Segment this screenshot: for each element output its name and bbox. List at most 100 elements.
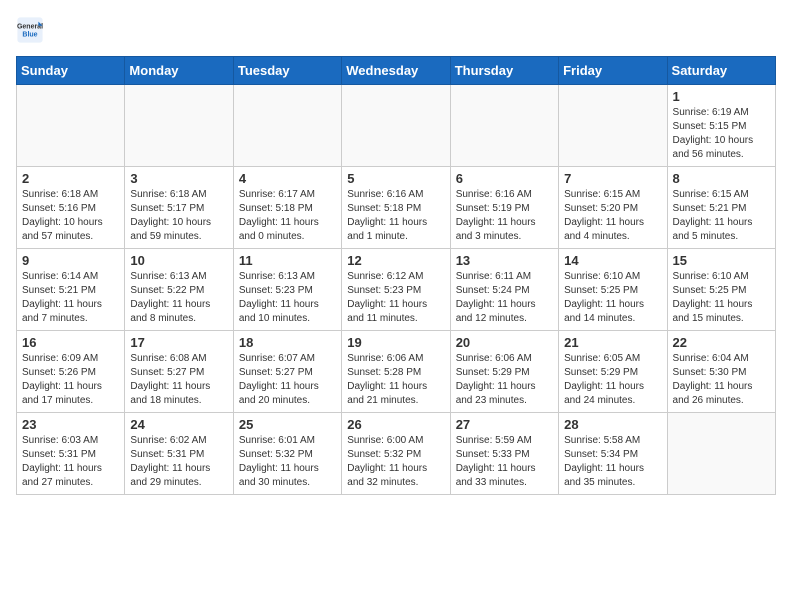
day-number: 9 (22, 253, 119, 268)
calendar-cell: 19 Sunrise: 6:06 AM Sunset: 5:28 PM Dayli… (342, 331, 450, 413)
calendar-cell (450, 85, 558, 167)
day-info: Sunrise: 6:17 AM Sunset: 5:18 PM Dayligh… (239, 188, 336, 244)
day-info: Sunrise: 6:09 AM Sunset: 5:26 PM Dayligh… (22, 352, 119, 408)
calendar-cell: 10 Sunrise: 6:13 AM Sunset: 5:22 PM Dayli… (125, 249, 233, 331)
calendar-cell: 26 Sunrise: 6:00 AM Sunset: 5:32 PM Dayli… (342, 413, 450, 495)
day-info: Sunrise: 6:15 AM Sunset: 5:21 PM Dayligh… (673, 188, 770, 244)
col-header-monday: Monday (125, 57, 233, 85)
day-info: Sunrise: 6:05 AM Sunset: 5:29 PM Dayligh… (564, 352, 661, 408)
col-header-saturday: Saturday (667, 57, 775, 85)
calendar-week-row: 1 Sunrise: 6:19 AM Sunset: 5:15 PM Daylig… (17, 85, 776, 167)
day-info: Sunrise: 6:00 AM Sunset: 5:32 PM Dayligh… (347, 434, 444, 490)
calendar-cell: 21 Sunrise: 6:05 AM Sunset: 5:29 PM Dayli… (559, 331, 667, 413)
calendar-cell (125, 85, 233, 167)
day-info: Sunrise: 6:14 AM Sunset: 5:21 PM Dayligh… (22, 270, 119, 326)
col-header-friday: Friday (559, 57, 667, 85)
calendar-cell (233, 85, 341, 167)
calendar-week-row: 16 Sunrise: 6:09 AM Sunset: 5:26 PM Dayli… (17, 331, 776, 413)
day-number: 5 (347, 171, 444, 186)
day-number: 26 (347, 417, 444, 432)
calendar-cell (667, 413, 775, 495)
day-info: Sunrise: 6:19 AM Sunset: 5:15 PM Dayligh… (673, 106, 770, 162)
day-info: Sunrise: 6:13 AM Sunset: 5:22 PM Dayligh… (130, 270, 227, 326)
calendar-cell: 11Sunrise: 6:13 AM Sunset: 5:23 PM Dayli… (233, 249, 341, 331)
calendar-cell (559, 85, 667, 167)
day-number: 28 (564, 417, 661, 432)
day-info: Sunrise: 6:07 AM Sunset: 5:27 PM Dayligh… (239, 352, 336, 408)
day-info: Sunrise: 6:10 AM Sunset: 5:25 PM Dayligh… (564, 270, 661, 326)
logo: General Blue (16, 16, 44, 44)
day-info: Sunrise: 6:08 AM Sunset: 5:27 PM Dayligh… (130, 352, 227, 408)
calendar-cell: 24 Sunrise: 6:02 AM Sunset: 5:31 PM Dayli… (125, 413, 233, 495)
day-number: 16 (22, 335, 119, 350)
day-info: Sunrise: 6:12 AM Sunset: 5:23 PM Dayligh… (347, 270, 444, 326)
calendar-cell (342, 85, 450, 167)
col-header-sunday: Sunday (17, 57, 125, 85)
day-number: 15 (673, 253, 770, 268)
calendar-cell: 25Sunrise: 6:01 AM Sunset: 5:32 PM Dayli… (233, 413, 341, 495)
day-number: 3 (130, 171, 227, 186)
day-number: 13 (456, 253, 553, 268)
calendar-cell: 8 Sunrise: 6:15 AM Sunset: 5:21 PM Daylig… (667, 167, 775, 249)
day-info: Sunrise: 6:03 AM Sunset: 5:31 PM Dayligh… (22, 434, 119, 490)
day-number: 4 (239, 171, 336, 186)
col-header-wednesday: Wednesday (342, 57, 450, 85)
day-number: 17 (130, 335, 227, 350)
calendar-week-row: 9 Sunrise: 6:14 AM Sunset: 5:21 PM Daylig… (17, 249, 776, 331)
calendar-cell: 22 Sunrise: 6:04 AM Sunset: 5:30 PM Dayli… (667, 331, 775, 413)
day-number: 2 (22, 171, 119, 186)
calendar-cell: 20Sunrise: 6:06 AM Sunset: 5:29 PM Dayli… (450, 331, 558, 413)
calendar-cell: 12 Sunrise: 6:12 AM Sunset: 5:23 PM Dayli… (342, 249, 450, 331)
calendar-header-row: SundayMondayTuesdayWednesdayThursdayFrid… (17, 57, 776, 85)
day-number: 14 (564, 253, 661, 268)
day-info: Sunrise: 5:59 AM Sunset: 5:33 PM Dayligh… (456, 434, 553, 490)
day-info: Sunrise: 6:02 AM Sunset: 5:31 PM Dayligh… (130, 434, 227, 490)
calendar-cell: 2 Sunrise: 6:18 AM Sunset: 5:16 PM Daylig… (17, 167, 125, 249)
day-info: Sunrise: 6:06 AM Sunset: 5:28 PM Dayligh… (347, 352, 444, 408)
calendar-cell: 28 Sunrise: 5:58 AM Sunset: 5:34 PM Dayli… (559, 413, 667, 495)
col-header-thursday: Thursday (450, 57, 558, 85)
calendar-cell: 3 Sunrise: 6:18 AM Sunset: 5:17 PM Daylig… (125, 167, 233, 249)
day-info: Sunrise: 6:18 AM Sunset: 5:16 PM Dayligh… (22, 188, 119, 244)
calendar-cell: 23 Sunrise: 6:03 AM Sunset: 5:31 PM Dayli… (17, 413, 125, 495)
day-info: Sunrise: 6:15 AM Sunset: 5:20 PM Dayligh… (564, 188, 661, 244)
day-number: 21 (564, 335, 661, 350)
day-number: 18 (239, 335, 336, 350)
calendar-cell: 18 Sunrise: 6:07 AM Sunset: 5:27 PM Dayli… (233, 331, 341, 413)
day-info: Sunrise: 6:18 AM Sunset: 5:17 PM Dayligh… (130, 188, 227, 244)
calendar-week-row: 23 Sunrise: 6:03 AM Sunset: 5:31 PM Dayli… (17, 413, 776, 495)
calendar-cell: 17 Sunrise: 6:08 AM Sunset: 5:27 PM Dayli… (125, 331, 233, 413)
col-header-tuesday: Tuesday (233, 57, 341, 85)
day-number: 24 (130, 417, 227, 432)
day-number: 1 (673, 89, 770, 104)
day-number: 8 (673, 171, 770, 186)
calendar-cell: 6 Sunrise: 6:16 AM Sunset: 5:19 PM Daylig… (450, 167, 558, 249)
calendar-cell (17, 85, 125, 167)
day-number: 12 (347, 253, 444, 268)
calendar-cell: 7 Sunrise: 6:15 AM Sunset: 5:20 PM Daylig… (559, 167, 667, 249)
day-number: 10 (130, 253, 227, 268)
day-info: Sunrise: 5:58 AM Sunset: 5:34 PM Dayligh… (564, 434, 661, 490)
day-info: Sunrise: 6:10 AM Sunset: 5:25 PM Dayligh… (673, 270, 770, 326)
day-number: 23 (22, 417, 119, 432)
day-number: 27 (456, 417, 553, 432)
calendar-cell: 5 Sunrise: 6:16 AM Sunset: 5:18 PM Daylig… (342, 167, 450, 249)
calendar-cell: 1 Sunrise: 6:19 AM Sunset: 5:15 PM Daylig… (667, 85, 775, 167)
calendar-week-row: 2 Sunrise: 6:18 AM Sunset: 5:16 PM Daylig… (17, 167, 776, 249)
calendar-cell: 15 Sunrise: 6:10 AM Sunset: 5:25 PM Dayli… (667, 249, 775, 331)
calendar-cell: 9 Sunrise: 6:14 AM Sunset: 5:21 PM Daylig… (17, 249, 125, 331)
day-info: Sunrise: 6:16 AM Sunset: 5:18 PM Dayligh… (347, 188, 444, 244)
day-number: 22 (673, 335, 770, 350)
svg-text:Blue: Blue (22, 31, 37, 38)
calendar-cell: 16 Sunrise: 6:09 AM Sunset: 5:26 PM Dayli… (17, 331, 125, 413)
day-info: Sunrise: 6:04 AM Sunset: 5:30 PM Dayligh… (673, 352, 770, 408)
calendar-cell: 14 Sunrise: 6:10 AM Sunset: 5:25 PM Dayli… (559, 249, 667, 331)
day-info: Sunrise: 6:16 AM Sunset: 5:19 PM Dayligh… (456, 188, 553, 244)
day-info: Sunrise: 6:11 AM Sunset: 5:24 PM Dayligh… (456, 270, 553, 326)
calendar-table: SundayMondayTuesdayWednesdayThursdayFrid… (16, 56, 776, 495)
day-number: 19 (347, 335, 444, 350)
page-header: General Blue (16, 16, 776, 44)
calendar-cell: 13 Sunrise: 6:11 AM Sunset: 5:24 PM Dayli… (450, 249, 558, 331)
day-number: 7 (564, 171, 661, 186)
day-number: 6 (456, 171, 553, 186)
